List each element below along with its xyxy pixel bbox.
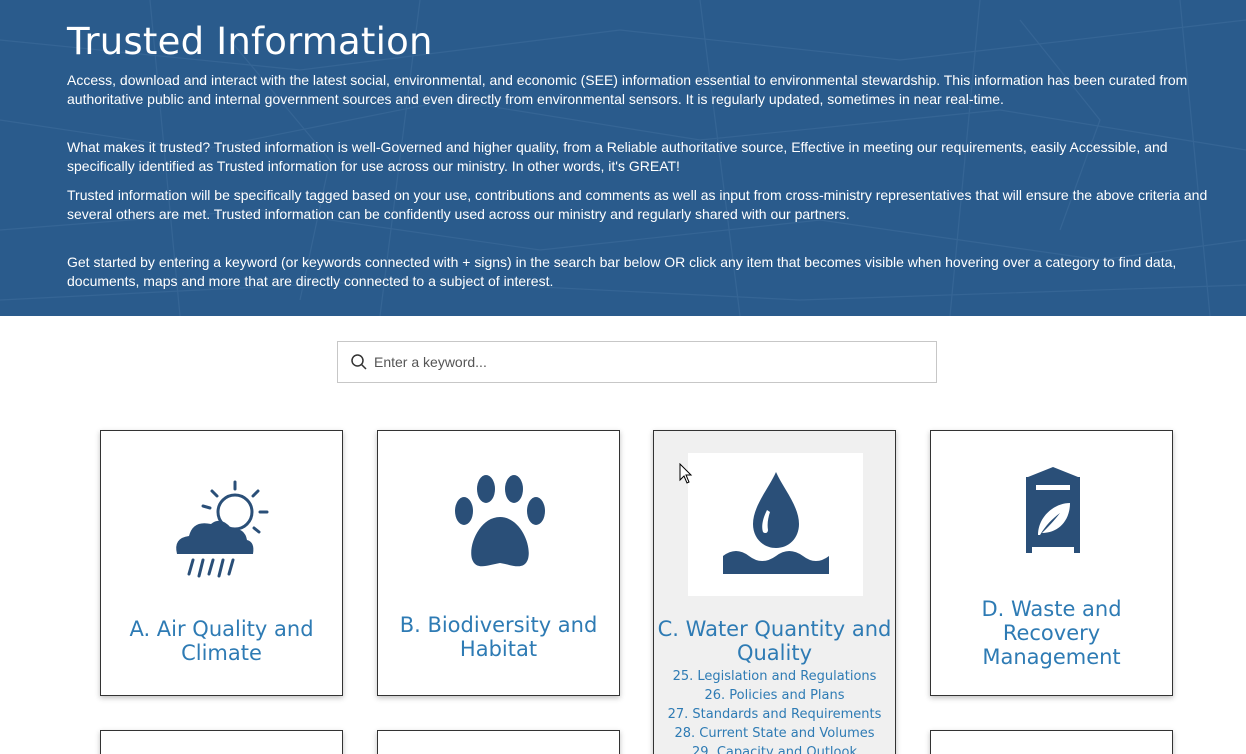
category-card-row2[interactable] <box>377 730 620 754</box>
water-drop-icon <box>722 472 829 574</box>
subcategory-link[interactable]: 27. Standards and Requirements <box>654 705 895 724</box>
category-label[interactable]: D. Waste and Recovery Management <box>931 597 1172 669</box>
recycle-bin-leaf-icon <box>1025 467 1080 553</box>
subcategory-list: 25. Legislation and Regulations 26. Poli… <box>654 667 895 754</box>
hero-banner: Trusted Information Access, download and… <box>0 0 1246 316</box>
category-card-air-quality[interactable]: A. Air Quality and Climate <box>100 430 343 696</box>
get-started-paragraph: Get started by entering a keyword (or ke… <box>67 254 1177 289</box>
category-label[interactable]: A. Air Quality and Climate <box>101 617 342 665</box>
category-label[interactable]: B. Biodiversity and Habitat <box>378 613 619 661</box>
icon-container <box>965 443 1140 586</box>
category-card-row2[interactable] <box>100 730 343 754</box>
search-bar[interactable] <box>337 341 937 383</box>
mouse-cursor-icon <box>679 463 693 484</box>
category-card-row2[interactable] <box>930 730 1173 754</box>
subcategory-link[interactable]: 26. Policies and Plans <box>654 686 895 705</box>
search-input[interactable] <box>374 354 914 370</box>
category-card-waste[interactable]: D. Waste and Recovery Management <box>930 430 1173 696</box>
page-title: Trusted Information <box>67 20 433 63</box>
trusted-definition-paragraph: What makes it trusted? Trusted informati… <box>67 139 1168 174</box>
category-label[interactable]: C. Water Quantity and Quality <box>654 617 895 665</box>
icon-container <box>135 453 310 596</box>
tagging-paragraph: Trusted information will be specifically… <box>67 187 1208 222</box>
subcategory-link[interactable]: 28. Current State and Volumes <box>654 724 895 743</box>
subcategory-link[interactable]: 29. Capacity and Outlook <box>654 743 895 754</box>
intro-paragraph: Access, download and interact with the l… <box>67 72 1188 107</box>
icon-container <box>412 453 587 596</box>
subcategory-link[interactable]: 25. Legislation and Regulations <box>654 667 895 686</box>
category-card-biodiversity[interactable]: B. Biodiversity and Habitat <box>377 430 620 696</box>
icon-container <box>688 453 863 596</box>
weather-rain-sun-icon <box>175 480 268 577</box>
paw-print-icon <box>454 474 545 566</box>
search-icon <box>351 354 367 370</box>
